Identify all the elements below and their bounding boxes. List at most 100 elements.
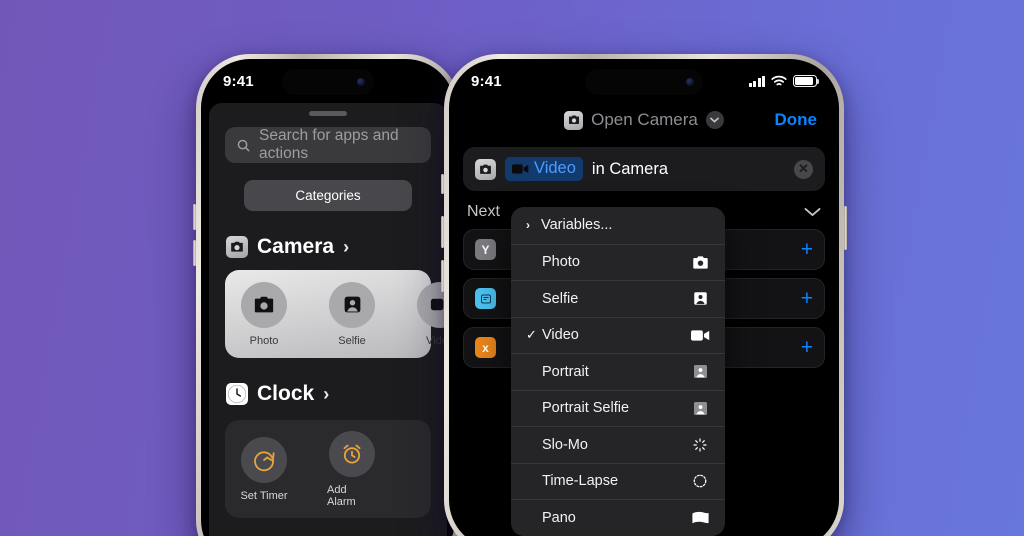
menu-item-label: Time-Lapse [542,473,619,490]
front-camera-icon [686,78,694,86]
camera-icon [241,281,287,328]
video-camera-icon [512,163,529,175]
alarm-clock-icon [329,430,375,477]
chevron-right-icon: › [526,218,530,233]
power-button[interactable] [844,206,847,250]
action-tile-set-timer[interactable]: Set Timer [239,436,289,502]
add-action-button[interactable]: + [801,336,813,360]
timer-icon [241,436,287,483]
search-input[interactable]: Search for apps and actions [225,127,431,163]
action-tile-label: Selfie [338,334,366,347]
cellular-bars-icon [748,75,765,87]
camera-actions-card: Photo Selfie Vid [225,270,447,358]
menu-item-video[interactable]: ✓ Video [511,316,725,354]
timelapse-icon [690,473,710,489]
person-portrait-icon [329,281,375,328]
front-camera-icon [357,78,365,86]
clock-app-icon [226,383,248,405]
back-phone-device: 9:41 Search for apps and actions Categor… [193,54,460,536]
camera-app-icon [475,158,496,180]
menu-item-label: Portrait [542,363,589,380]
section-title-camera: Camera [257,235,335,258]
action-tile-photo[interactable]: Photo [239,281,289,347]
search-icon [236,138,251,153]
volume-down-button[interactable] [441,260,444,292]
camera-app-icon [226,236,248,258]
portrait-selfie-icon [690,401,710,416]
back-phone-screen: 9:41 Search for apps and actions Categor… [201,59,455,536]
front-status-time: 9:41 [471,72,502,90]
shortcut-title-menu[interactable]: Open Camera [564,110,724,130]
front-phone-device: 9:41 Open Camera Done Video in Camera ✕ … [441,54,847,536]
pano-icon [690,511,710,525]
menu-item-portrait-selfie[interactable]: Portrait Selfie [511,389,725,427]
portrait-icon [690,364,710,379]
action-tile-label: Set Timer [240,489,288,502]
menu-item-portrait[interactable]: Portrait [511,353,725,390]
chevron-right-icon: › [343,236,350,257]
section-header-camera[interactable]: Camera › [226,235,431,259]
slomo-icon [690,437,710,453]
camera-icon [690,255,710,270]
menu-item-label: Pano [542,509,576,526]
clock-actions-card: Set Timer Add Alarm [225,420,431,518]
menu-item-slo-mo[interactable]: Slo-Mo [511,426,725,463]
volume-up-button[interactable] [441,216,444,248]
section-header-clock[interactable]: Clock › [226,382,431,406]
action-row-tail-text: in Camera [591,159,669,178]
menu-item-variables[interactable]: › Variables... [511,207,725,244]
menu-item-label: Video [542,327,579,344]
add-action-button[interactable]: + [801,238,813,262]
menu-item-label: Photo [542,254,580,271]
add-action-button[interactable]: + [801,287,813,311]
back-dynamic-island [282,69,374,95]
translate-app-icon [475,288,496,309]
back-status-time: 9:41 [223,72,254,90]
video-camera-icon [690,329,710,342]
status-indicators [748,75,820,87]
close-circle-icon[interactable]: ✕ [794,159,813,179]
shortcut-name: Open Camera [591,110,698,129]
action-button[interactable] [441,174,444,194]
menu-item-label: Variables... [541,217,613,234]
checkmark-icon: ✓ [526,327,537,343]
front-phone-screen: 9:41 Open Camera Done Video in Camera ✕ … [449,59,839,536]
done-button[interactable]: Done [775,110,818,130]
categories-button[interactable]: Categories [244,180,412,211]
menu-item-selfie[interactable]: Selfie [511,280,725,317]
chevron-right-icon: › [323,383,330,404]
volume-down-button[interactable] [193,240,196,266]
menu-item-pano[interactable]: Pano [511,499,725,536]
back-action-library-sheet: Search for apps and actions Categories C… [209,103,447,536]
person-portrait-icon [690,291,710,306]
action-tile-add-alarm[interactable]: Add Alarm [327,430,377,508]
volume-up-button[interactable] [193,204,196,230]
menu-item-time-lapse[interactable]: Time-Lapse [511,462,725,500]
menu-item-photo[interactable]: Photo [511,243,725,281]
chevron-down-icon[interactable] [705,111,724,129]
battery-icon [793,75,820,87]
section-title-clock: Clock [257,382,315,405]
chevron-down-icon[interactable] [804,207,821,217]
sheet-grabber[interactable] [309,111,347,116]
back-status-bar: 9:41 [201,59,455,103]
navigation-bar: Open Camera Done [449,103,839,137]
action-tile-selfie[interactable]: Selfie [327,281,377,347]
numbers-app-icon: x [475,337,496,358]
menu-item-label: Selfie [542,290,579,307]
wifi-icon [771,75,787,87]
front-dynamic-island [585,69,703,95]
search-placeholder: Search for apps and actions [259,127,399,162]
shortcuts-app-icon: Y [475,239,496,260]
camera-mode-dropdown-menu[interactable]: › Variables... Photo Selfie ✓ Video Port… [511,207,725,536]
action-tile-label: Photo [249,334,279,347]
camera-mode-value: Video [534,159,576,177]
next-label: Next [467,203,500,220]
front-status-bar: 9:41 [449,59,839,103]
menu-item-label: Portrait Selfie [542,400,630,417]
menu-item-label: Slo-Mo [542,436,588,453]
action-row-open-camera[interactable]: Video in Camera ✕ [463,147,825,191]
action-tile-label: Add Alarm [327,483,356,508]
camera-mode-chip[interactable]: Video [505,157,583,181]
camera-app-icon [564,110,584,130]
